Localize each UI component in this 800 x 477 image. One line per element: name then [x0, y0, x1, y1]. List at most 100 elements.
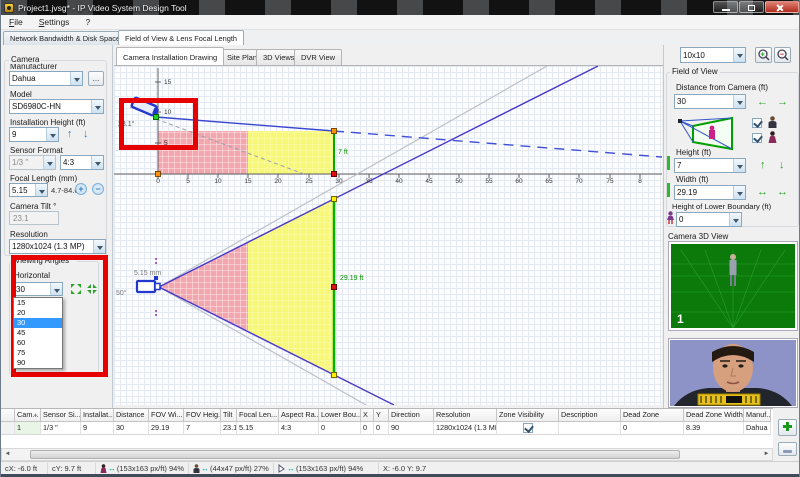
angle-option[interactable]: 90 [14, 358, 62, 368]
maximize-button[interactable] [739, 1, 764, 13]
pixel-density-preview[interactable] [668, 338, 798, 408]
camera-3d-view[interactable]: 1 [668, 241, 798, 331]
angle-option[interactable]: 20 [14, 308, 62, 318]
header-sensor-size[interactable]: Sensor Si... [41, 409, 81, 422]
menu-file[interactable]: File [1, 16, 31, 28]
fov-width-narrow-icon[interactable]: ↔ [757, 187, 768, 198]
add-camera-button[interactable] [778, 419, 797, 436]
focal-plus-button[interactable]: + [75, 183, 87, 195]
show-woman-checkbox[interactable] [752, 133, 762, 143]
chevron-down-icon[interactable] [733, 95, 745, 108]
scroll-right-icon[interactable]: ► [761, 450, 772, 459]
header-fov-width[interactable]: FOV Wi... [149, 409, 184, 422]
header-installation[interactable]: Installat... [81, 409, 114, 422]
tab-dvr-view[interactable]: DVR View [294, 49, 342, 65]
angle-option[interactable]: 75 [14, 348, 62, 358]
aspect-ratio-select[interactable]: 4:3 [60, 155, 104, 170]
zone-visibility-checkbox[interactable] [523, 423, 533, 433]
chevron-down-icon[interactable] [733, 186, 745, 199]
plan-target-mid-handle[interactable] [332, 285, 337, 290]
header-dead-zone-width[interactable]: Dead Zone Width [684, 409, 744, 422]
scroll-left-icon[interactable]: ◄ [2, 450, 13, 459]
grid-size-select[interactable]: 10x10 [680, 47, 746, 63]
chevron-down-icon[interactable] [91, 100, 103, 113]
horizontal-scrollbar[interactable]: ◄ ► [1, 448, 773, 461]
distance-increase-icon[interactable]: → [777, 97, 788, 108]
show-man-checkbox[interactable] [752, 118, 762, 128]
header-x[interactable]: X [361, 409, 374, 422]
narrow-angles-icon[interactable] [86, 283, 98, 295]
header-description[interactable]: Description [559, 409, 621, 422]
angle-option[interactable]: 15 [14, 298, 62, 308]
distance-select[interactable]: 30 [674, 94, 746, 109]
fov-width-widen-icon[interactable]: ↔ [777, 187, 788, 198]
origin-handle[interactable] [156, 172, 161, 177]
spread-angles-icon[interactable] [70, 283, 82, 295]
header-lower-boundary[interactable]: Lower Bou... [319, 409, 361, 422]
header-resolution[interactable]: Resolution [434, 409, 497, 422]
header-zone-visibility[interactable]: Zone Visibility [497, 409, 559, 422]
menu-help[interactable]: ? [77, 16, 98, 28]
chevron-down-icon[interactable] [729, 213, 741, 226]
header-distance[interactable]: Distance [114, 409, 149, 422]
plan-target-top-handle[interactable] [332, 197, 337, 202]
plan-target-bottom-handle[interactable] [332, 373, 337, 378]
plan-camera-icon[interactable] [137, 281, 160, 292]
manufacturer-select[interactable]: Dahua [9, 71, 83, 86]
header-manufacturer[interactable]: Manuf... [744, 409, 771, 422]
resolution-label: Resolution [10, 230, 48, 239]
resolution-select[interactable]: 1280x1024 (1.3 MP) [9, 239, 106, 254]
focal-length-select[interactable]: 5.15 [9, 183, 48, 197]
chevron-down-icon[interactable] [35, 184, 47, 196]
height-down-icon[interactable]: ↓ [83, 129, 89, 140]
header-direction[interactable]: Direction [389, 409, 434, 422]
minimize-button[interactable] [713, 1, 738, 13]
camera-position-handle[interactable] [154, 115, 159, 120]
scrollbar-thumb[interactable] [30, 450, 680, 459]
header-dead-zone[interactable]: Dead Zone [621, 409, 684, 422]
chevron-down-icon[interactable] [91, 156, 103, 169]
fov-height-select[interactable]: 7 [674, 158, 746, 173]
angle-option[interactable]: 45 [14, 328, 62, 338]
fov-height-label: Height (ft) [676, 148, 711, 157]
header-aspect-ratio[interactable]: Aspect Ra... [279, 409, 319, 422]
lower-boundary-select[interactable]: 0 [676, 212, 742, 227]
chevron-down-icon[interactable] [93, 240, 105, 253]
fov-height-down-icon[interactable]: ↓ [779, 160, 785, 171]
distance-decrease-icon[interactable]: ← [757, 97, 768, 108]
header-fov-height[interactable]: FOV Heig... [184, 409, 221, 422]
table-row[interactable]: 1 1/3 " 9 30 29.19 7 23.1 5.15 4:3 0 0 0… [1, 422, 773, 435]
focal-minus-button[interactable]: − [92, 183, 104, 195]
header-y[interactable]: Y [374, 409, 389, 422]
remove-camera-button[interactable] [778, 442, 797, 456]
chevron-down-icon[interactable] [733, 159, 745, 172]
horizontal-angle-select[interactable]: 30 [13, 282, 63, 296]
manufacturer-browse-button[interactable]: ... [88, 71, 104, 86]
header-tilt[interactable]: Tilt [221, 409, 237, 422]
chevron-down-icon[interactable] [70, 72, 82, 85]
installation-height-select[interactable]: 9 [9, 127, 59, 142]
header-camera[interactable]: Cam...▲ [15, 409, 41, 422]
chevron-down-icon[interactable] [733, 48, 745, 62]
side-target-bottom-handle[interactable] [332, 172, 337, 177]
height-indicator-icon [667, 156, 670, 170]
angle-option-selected[interactable]: 30 [14, 318, 62, 328]
tab-camera-installation-drawing[interactable]: Camera Installation Drawing [116, 47, 224, 65]
close-button[interactable] [765, 1, 799, 13]
chevron-down-icon[interactable] [46, 128, 58, 141]
tab-field-of-view[interactable]: Field of View & Lens Focal Length [118, 30, 244, 45]
chevron-down-icon[interactable] [50, 283, 62, 295]
zoom-in-button[interactable]: + [755, 47, 772, 63]
height-up-icon[interactable]: ↑ [67, 129, 73, 140]
header-focal-length[interactable]: Focal Len... [237, 409, 279, 422]
camera-installation-drawing[interactable]: 0 5 10 15 20 25 30 35 40 45 50 55 60 65 … [114, 66, 662, 405]
model-select[interactable]: SD6980C-HN [9, 99, 104, 114]
side-target-top-handle[interactable] [332, 129, 337, 134]
zoom-out-button[interactable]: − [774, 47, 791, 63]
angle-option[interactable]: 60 [14, 338, 62, 348]
fov-height-up-icon[interactable]: ↑ [760, 160, 766, 171]
x-tick: 15 [244, 178, 252, 185]
menu-settings[interactable]: Settings [31, 16, 78, 28]
fov-width-select[interactable]: 29.19 [674, 185, 746, 200]
tab-network-bandwidth[interactable]: Network Bandwidth & Disk Space [3, 31, 127, 45]
